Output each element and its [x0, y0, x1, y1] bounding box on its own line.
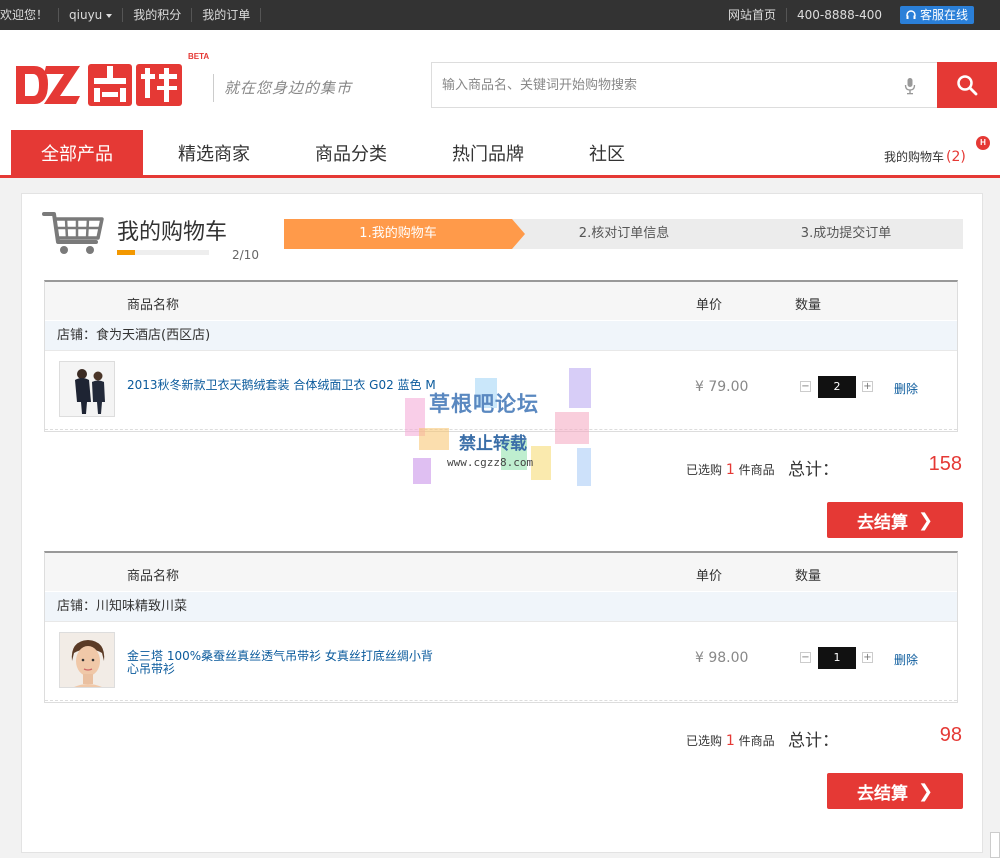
nav-all-products[interactable]: 全部产品 [11, 130, 143, 175]
cart-link-label: 我的购物车 [884, 150, 945, 164]
hot-badge: H [976, 136, 990, 150]
header-unit-price: 单价 [696, 569, 723, 584]
nav-community[interactable]: 社区 [570, 130, 644, 175]
selected-count: 1 [725, 462, 735, 478]
online-service-button[interactable]: 客服在线 [899, 6, 974, 24]
watermark-title: 草根吧论坛 [429, 392, 539, 416]
total-amount: 98 [939, 724, 962, 746]
step-my-cart: 1.我的购物车 [284, 219, 512, 249]
caret-down-icon [106, 13, 113, 18]
nav-hot-brands[interactable]: 热门品牌 [434, 130, 542, 175]
slogan-container: 就在您身边的集市 [213, 74, 352, 102]
phone-number: 400-8888-400 [796, 8, 882, 22]
decrease-quantity-button[interactable]: − [800, 381, 811, 392]
total-label: 总计： [788, 460, 839, 480]
header-quantity: 数量 [795, 298, 822, 313]
delete-link[interactable]: 删除 [894, 380, 918, 397]
store-cart-table: 商品名称 单价 数量 店铺：川知味精致川菜 金三塔 100%桑蚕丝真丝透气吊带衫… [44, 551, 958, 703]
product-thumbnail[interactable] [59, 361, 115, 417]
quantity-stepper: − 2 + [800, 376, 876, 398]
product-thumbnail[interactable] [59, 632, 115, 688]
my-orders-link[interactable]: 我的订单 [192, 8, 262, 22]
chevron-right-icon: ❯ [917, 509, 934, 531]
selected-prefix: 已选购 [686, 463, 723, 477]
top-bar: 欢迎您！ qiuyu 我的积分 我的订单 网站首页 400-8888-400 客… [0, 0, 1000, 30]
selected-count-text: 已选购 1 件商品 [686, 732, 775, 749]
checkout-label: 去结算 [856, 512, 908, 533]
unit-price: ¥ 98.00 [695, 650, 749, 666]
store-name[interactable]: 店铺：食为天酒店(西区店) [45, 320, 957, 350]
watermark-subtitle: 禁止转载 [459, 434, 527, 454]
table-header: 商品名称 单价 数量 [45, 553, 957, 591]
cart-panel: 我的购物车 2/10 1.我的购物车 2.核对订单信息 3.成功提交订单 商品名… [21, 193, 983, 853]
nav-featured-sellers[interactable]: 精选商家 [160, 130, 268, 175]
selected-count-text: 已选购 1 件商品 [686, 461, 775, 478]
checkout-button[interactable]: 去结算 ❯ [827, 773, 963, 809]
search-input[interactable] [432, 63, 932, 107]
checkout-steps: 1.我的购物车 2.核对订单信息 3.成功提交订单 [284, 219, 963, 249]
step-confirm-order: 2.核对订单信息 [578, 226, 670, 241]
username: qiuyu [69, 8, 103, 22]
headset-icon [906, 10, 916, 19]
shopping-cart-icon [42, 212, 104, 254]
header-quantity: 数量 [795, 569, 822, 584]
page-title: 我的购物车 [117, 220, 228, 245]
header: BETA 就在您身边的集市 [0, 30, 1000, 130]
quantity-stepper: − 1 + [800, 647, 876, 669]
welcome-text: 欢迎您！ [0, 8, 60, 22]
watermark-url: www.cgzz8.com [447, 456, 534, 469]
quantity-input[interactable]: 2 [818, 376, 856, 398]
selected-suffix: 件商品 [738, 463, 775, 477]
selected-count: 1 [725, 733, 735, 749]
quantity-input[interactable]: 1 [818, 647, 856, 669]
header-unit-price: 单价 [696, 298, 723, 313]
cart-progress-text: 2/10 [232, 248, 259, 262]
watermark: 草根吧论坛 禁止转载 www.cgzz8.com [405, 368, 595, 488]
beta-badge: BETA [188, 52, 210, 61]
table-header: 商品名称 单价 数量 [45, 282, 957, 320]
store-name[interactable]: 店铺：川知味精致川菜 [45, 591, 957, 621]
microphone-icon[interactable] [904, 77, 916, 95]
user-menu[interactable]: qiuyu [59, 8, 124, 22]
increase-quantity-button[interactable]: + [862, 652, 873, 663]
search-icon [957, 75, 978, 96]
search-box [431, 62, 997, 108]
chevron-right-icon: ❯ [917, 780, 934, 802]
cart-progress-bar [117, 250, 209, 255]
header-product-name: 商品名称 [127, 569, 180, 584]
main-nav: 全部产品 精选商家 商品分类 热门品牌 社区 我的购物车 (2) H [0, 130, 1000, 178]
selected-suffix: 件商品 [738, 734, 775, 748]
step-submit-order: 3.成功提交订单 [800, 226, 892, 241]
service-label: 客服在线 [919, 8, 968, 22]
cart-progress-fill [117, 250, 136, 255]
home-link[interactable]: 网站首页 [718, 8, 787, 22]
store-summary: 已选购 1 件商品 总计： 98 [22, 718, 982, 758]
selected-prefix: 已选购 [686, 734, 723, 748]
scroll-corner[interactable] [990, 832, 1000, 858]
table-row: 金三塔 100%桑蚕丝真丝透气吊带衫 女真丝打底丝绸小背心吊带衫 ¥ 98.00… [45, 621, 957, 701]
search-button[interactable] [937, 62, 997, 108]
total-label: 总计： [788, 731, 839, 751]
product-name-link[interactable]: 2013秋冬新款卫衣天鹅绒套装 合体绒面卫衣 G02 蓝色 M [127, 379, 437, 392]
site-logo[interactable] [14, 54, 184, 118]
checkout-button[interactable]: 去结算 ❯ [827, 502, 963, 538]
my-cart-link[interactable]: 我的购物车 (2) [884, 148, 966, 165]
cart-count: (2) [946, 149, 966, 165]
decrease-quantity-button[interactable]: − [800, 652, 811, 663]
unit-price: ¥ 79.00 [695, 379, 749, 395]
my-points-link[interactable]: 我的积分 [123, 8, 193, 22]
header-product-name: 商品名称 [127, 298, 180, 313]
total-amount: 158 [928, 453, 962, 475]
slogan: 就在您身边的集市 [224, 79, 353, 97]
increase-quantity-button[interactable]: + [862, 381, 873, 392]
checkout-label: 去结算 [856, 783, 908, 804]
product-name-link[interactable]: 金三塔 100%桑蚕丝真丝透气吊带衫 女真丝打底丝绸小背心吊带衫 [127, 650, 437, 676]
delete-link[interactable]: 删除 [894, 651, 918, 668]
nav-categories[interactable]: 商品分类 [297, 130, 405, 175]
